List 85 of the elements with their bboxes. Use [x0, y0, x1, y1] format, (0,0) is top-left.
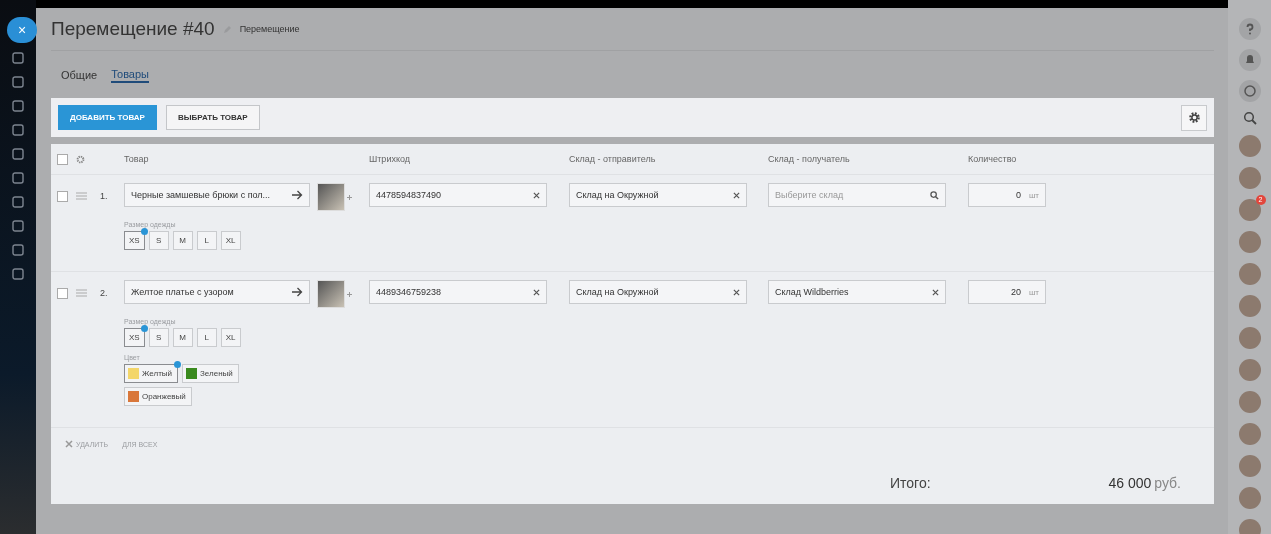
cross-icon: [65, 440, 73, 448]
menu-icon[interactable]: [12, 268, 24, 280]
column-header: Товар: [124, 154, 150, 164]
row-number: 1.: [100, 191, 109, 201]
menu-icon[interactable]: [12, 196, 24, 208]
avatar[interactable]: [1238, 327, 1261, 349]
avatar[interactable]: [1238, 263, 1261, 285]
column-header: Штрихкод: [369, 154, 411, 164]
avatar[interactable]: [1238, 423, 1261, 445]
search-icon[interactable]: [930, 190, 939, 200]
barcode-field[interactable]: 4478594837490: [369, 183, 547, 207]
warehouse-select[interactable]: Склад на Окружной: [569, 280, 747, 304]
size-option[interactable]: M: [172, 231, 193, 250]
size-option[interactable]: S: [148, 328, 169, 347]
column-header: Склад - отправитель: [569, 154, 657, 164]
product-field[interactable]: Черные замшевые брюки с пол...: [124, 183, 310, 207]
avatar[interactable]: [1238, 455, 1261, 477]
color-option[interactable]: Желтый: [124, 364, 179, 383]
avatar[interactable]: [1238, 199, 1261, 221]
menu-icon[interactable]: [12, 100, 24, 112]
quantity-field[interactable]: 0 шт: [968, 183, 1046, 207]
close-button[interactable]: ×: [7, 17, 37, 43]
avatar[interactable]: [1238, 487, 1261, 509]
photo-placeholder: [317, 280, 345, 308]
avatar[interactable]: [1238, 391, 1261, 413]
color-option[interactable]: Оранжевый: [124, 387, 192, 406]
photo-placeholder: [317, 183, 345, 211]
avatar[interactable]: [1238, 135, 1261, 157]
column-header: Склад - получатель: [768, 154, 851, 164]
menu-icon[interactable]: [12, 244, 24, 256]
menu-icon[interactable]: [12, 124, 24, 136]
avatar[interactable]: [1238, 295, 1261, 317]
product-field[interactable]: Желтое платье с узором: [124, 280, 310, 304]
page-subtitle: Перемещение: [239, 24, 300, 34]
plus-icon[interactable]: [347, 194, 352, 200]
clear-icon[interactable]: [533, 288, 540, 296]
tab[interactable]: Товары: [111, 68, 149, 83]
color-option[interactable]: Зеленый: [182, 364, 239, 383]
avatar[interactable]: [1238, 167, 1261, 189]
menu-icon[interactable]: [12, 52, 24, 64]
quantity-field[interactable]: 20 шт: [968, 280, 1046, 304]
clear-icon[interactable]: [533, 191, 540, 199]
size-option[interactable]: XS: [124, 328, 145, 347]
gear-icon: [1187, 111, 1201, 124]
menu-icon[interactable]: [12, 172, 24, 184]
tab[interactable]: Общие: [61, 68, 98, 83]
size-option[interactable]: L: [196, 231, 217, 250]
drag-handle-icon[interactable]: [76, 289, 87, 297]
total-label: Итого:: [890, 475, 931, 491]
arrow-icon[interactable]: [292, 190, 303, 200]
clear-icon[interactable]: [733, 191, 740, 199]
menu-icon[interactable]: [12, 220, 24, 232]
clear-icon[interactable]: [733, 288, 740, 296]
row-checkbox[interactable]: [57, 191, 68, 202]
size-option[interactable]: M: [172, 328, 193, 347]
warehouse-select[interactable]: Склад Wildberries: [768, 280, 946, 304]
warehouse-select[interactable]: Склад на Окружной: [569, 183, 747, 207]
avatar[interactable]: [1238, 519, 1261, 534]
select-all-checkbox[interactable]: [57, 153, 68, 165]
currency-label: руб.: [1154, 475, 1181, 491]
drag-handle-icon[interactable]: [76, 192, 87, 200]
page-title: Перемещение #40: [51, 18, 215, 40]
row-checkbox[interactable]: [57, 288, 68, 299]
settings-button[interactable]: [1181, 104, 1207, 131]
row-number: 2.: [100, 288, 109, 298]
bell-icon[interactable]: [1238, 49, 1261, 71]
clear-icon[interactable]: [932, 288, 939, 296]
size-option[interactable]: XL: [220, 328, 241, 347]
size-option[interactable]: L: [196, 328, 217, 347]
search-icon[interactable]: [1242, 111, 1257, 125]
avatar[interactable]: [1238, 359, 1261, 381]
total-value: 46 000: [1108, 475, 1152, 491]
size-option[interactable]: XL: [220, 231, 241, 250]
menu-icon[interactable]: [12, 148, 24, 160]
size-option[interactable]: XS: [124, 231, 145, 250]
column-header: Количество: [968, 154, 1018, 164]
plus-icon[interactable]: [347, 291, 352, 297]
barcode-field[interactable]: 4489346759238: [369, 280, 547, 304]
select-product-button[interactable]: ВЫБРАТЬ ТОВАР: [165, 105, 260, 130]
help-icon[interactable]: [1238, 18, 1261, 40]
avatar[interactable]: [1238, 231, 1261, 253]
menu-icon[interactable]: [12, 76, 24, 88]
size-option[interactable]: S: [148, 231, 169, 250]
arrow-icon[interactable]: [292, 287, 303, 297]
settings-icon[interactable]: [76, 154, 85, 164]
